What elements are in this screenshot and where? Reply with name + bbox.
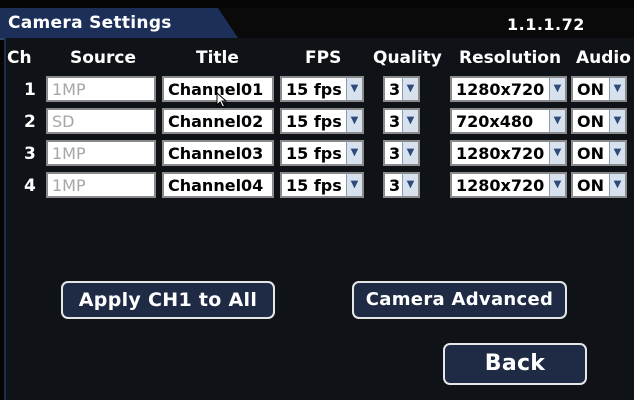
dropdown-arrow-icon[interactable]: ▼ bbox=[609, 174, 625, 196]
col-header-title: Title bbox=[196, 48, 239, 68]
quality-select[interactable]: 3 ▼ bbox=[383, 76, 420, 102]
quality-select[interactable]: 3 ▼ bbox=[383, 172, 420, 198]
audio-select[interactable]: ON ▼ bbox=[571, 140, 627, 166]
dropdown-arrow-icon[interactable]: ▼ bbox=[609, 142, 625, 164]
resolution-select[interactable]: 1280x720 ▼ bbox=[450, 76, 567, 102]
fps-select[interactable]: 15 fps ▼ bbox=[280, 108, 364, 134]
source-value: SD bbox=[52, 112, 75, 131]
resolution-select[interactable]: 1280x720 ▼ bbox=[450, 172, 567, 198]
col-header-audio: Audio bbox=[576, 48, 631, 68]
title-value: Channel04 bbox=[168, 176, 264, 195]
dropdown-arrow-icon[interactable]: ▼ bbox=[346, 174, 362, 196]
dropdown-arrow-icon[interactable]: ▼ bbox=[402, 142, 418, 164]
col-header-source: Source bbox=[70, 48, 137, 68]
col-header-ch: Ch bbox=[7, 48, 32, 68]
fps-select[interactable]: 15 fps ▼ bbox=[280, 140, 364, 166]
resolution-select[interactable]: 1280x720 ▼ bbox=[450, 140, 567, 166]
audio-select[interactable]: ON ▼ bbox=[571, 108, 627, 134]
source-field: SD bbox=[46, 108, 156, 134]
title-value: Channel03 bbox=[168, 144, 264, 163]
resolution-value: 1280x720 bbox=[456, 176, 545, 195]
resolution-value: 720x480 bbox=[456, 112, 534, 131]
col-header-fps: FPS bbox=[305, 48, 342, 68]
audio-value: ON bbox=[577, 80, 604, 99]
quality-value: 3 bbox=[389, 144, 401, 163]
title-input[interactable]: Channel02 bbox=[162, 108, 274, 134]
header-bar: Camera Settings 1.1.1.72 bbox=[0, 8, 634, 38]
resolution-value: 1280x720 bbox=[456, 80, 545, 99]
source-field: 1MP bbox=[46, 140, 156, 166]
col-header-resolution: Resolution bbox=[459, 48, 562, 68]
source-value: 1MP bbox=[52, 176, 86, 195]
resolution-select[interactable]: 720x480 ▼ bbox=[450, 108, 567, 134]
audio-select[interactable]: ON ▼ bbox=[571, 76, 627, 102]
row-channel-number: 4 bbox=[24, 176, 36, 196]
dropdown-arrow-icon[interactable]: ▼ bbox=[609, 110, 625, 132]
dropdown-arrow-icon[interactable]: ▼ bbox=[549, 110, 565, 132]
audio-value: ON bbox=[577, 144, 604, 163]
fps-value: 15 fps bbox=[286, 176, 342, 195]
row-channel-number: 3 bbox=[24, 144, 36, 164]
camera-settings-tab[interactable]: Camera Settings bbox=[0, 8, 238, 38]
title-value: Channel02 bbox=[168, 112, 264, 131]
dropdown-arrow-icon[interactable]: ▼ bbox=[402, 110, 418, 132]
quality-select[interactable]: 3 ▼ bbox=[383, 108, 420, 134]
dropdown-arrow-icon[interactable]: ▼ bbox=[609, 78, 625, 100]
fps-value: 15 fps bbox=[286, 80, 342, 99]
dropdown-arrow-icon[interactable]: ▼ bbox=[549, 78, 565, 100]
audio-value: ON bbox=[577, 176, 604, 195]
fps-select[interactable]: 15 fps ▼ bbox=[280, 76, 364, 102]
resolution-value: 1280x720 bbox=[456, 144, 545, 163]
audio-select[interactable]: ON ▼ bbox=[571, 172, 627, 198]
quality-select[interactable]: 3 ▼ bbox=[383, 140, 420, 166]
apply-ch1-to-all-button[interactable]: Apply CH1 to All bbox=[61, 281, 275, 319]
source-value: 1MP bbox=[52, 80, 86, 99]
dropdown-arrow-icon[interactable]: ▼ bbox=[346, 78, 362, 100]
row-channel-number: 1 bbox=[24, 80, 36, 100]
dropdown-arrow-icon[interactable]: ▼ bbox=[346, 110, 362, 132]
col-header-quality: Quality bbox=[373, 48, 442, 68]
quality-value: 3 bbox=[389, 112, 401, 131]
camera-settings-screen: Camera Settings 1.1.1.72 Ch Source Title… bbox=[0, 0, 634, 400]
dropdown-arrow-icon[interactable]: ▼ bbox=[346, 142, 362, 164]
fps-select[interactable]: 15 fps ▼ bbox=[280, 172, 364, 198]
camera-advanced-button[interactable]: Camera Advanced bbox=[352, 281, 567, 319]
audio-value: ON bbox=[577, 112, 604, 131]
source-field: 1MP bbox=[46, 76, 156, 102]
row-channel-number: 2 bbox=[24, 112, 36, 132]
source-value: 1MP bbox=[52, 144, 86, 163]
screen-title: Camera Settings bbox=[8, 13, 172, 33]
fps-value: 15 fps bbox=[286, 144, 342, 163]
back-button[interactable]: Back bbox=[443, 343, 587, 385]
dropdown-arrow-icon[interactable]: ▼ bbox=[549, 174, 565, 196]
title-input[interactable]: Channel04 bbox=[162, 172, 274, 198]
dropdown-arrow-icon[interactable]: ▼ bbox=[549, 142, 565, 164]
quality-value: 3 bbox=[389, 80, 401, 99]
source-field: 1MP bbox=[46, 172, 156, 198]
mouse-cursor-icon bbox=[216, 92, 228, 108]
dropdown-arrow-icon[interactable]: ▼ bbox=[402, 174, 418, 196]
firmware-version: 1.1.1.72 bbox=[507, 15, 585, 34]
dropdown-arrow-icon[interactable]: ▼ bbox=[402, 78, 418, 100]
quality-value: 3 bbox=[389, 176, 401, 195]
title-input[interactable]: Channel03 bbox=[162, 140, 274, 166]
fps-value: 15 fps bbox=[286, 112, 342, 131]
